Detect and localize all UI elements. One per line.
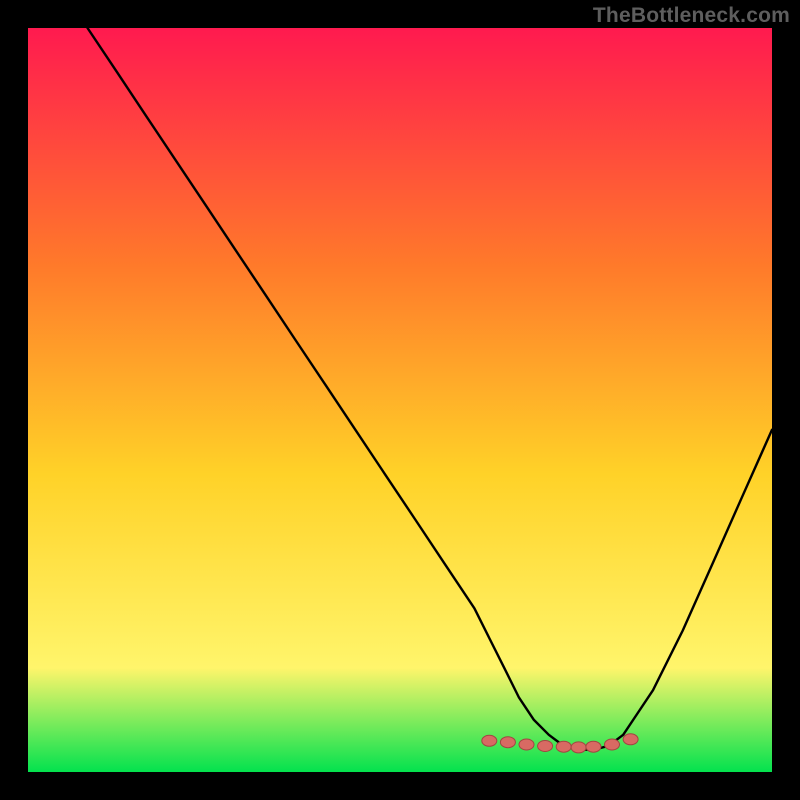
marker-point [605,739,620,750]
marker-point [538,741,553,752]
gradient-background [28,28,772,772]
plot-svg [28,28,772,772]
marker-point [556,741,571,752]
chart-frame: TheBottleneck.com [0,0,800,800]
marker-point [586,741,601,752]
plot-area [28,28,772,772]
watermark-text: TheBottleneck.com [593,4,790,28]
marker-point [500,737,515,748]
marker-point [571,742,586,753]
marker-point [482,735,497,746]
marker-point [519,739,534,750]
marker-point [623,734,638,745]
